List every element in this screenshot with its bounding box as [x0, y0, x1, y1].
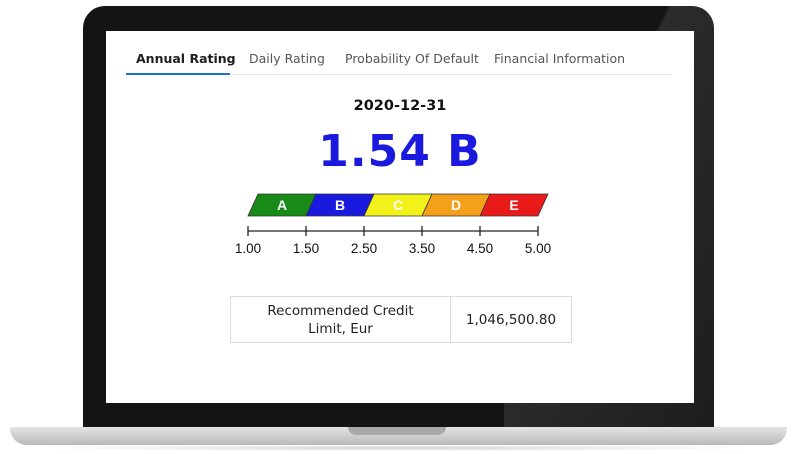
scale-tick-label: 3.50	[409, 241, 435, 256]
scale-tick-label: 4.50	[467, 241, 493, 256]
rating-band-label: B	[335, 197, 345, 213]
active-tab-indicator	[126, 73, 230, 75]
scale-tick-label: 5.00	[525, 241, 551, 256]
tab-financial-information[interactable]: Financial Information	[494, 51, 625, 66]
scale-tick-label: 1.50	[293, 241, 319, 256]
tab-annual-rating[interactable]: Annual Rating	[136, 51, 236, 66]
rating-date: 2020-12-31	[353, 98, 447, 114]
scale-tick-label: 1.00	[235, 241, 261, 256]
credit-limit-label: Recommended Credit Limit, Eur	[231, 297, 451, 342]
credit-limit-table: Recommended Credit Limit, Eur 1,046,500.…	[230, 296, 572, 343]
laptop-shadow	[30, 445, 767, 451]
rating-band-label: E	[509, 197, 518, 213]
rating-band-label: A	[277, 197, 287, 213]
tab-bar: Annual Rating Daily Rating Probability O…	[126, 43, 672, 75]
screen: Annual Rating Daily Rating Probability O…	[106, 31, 694, 403]
rating-value: 1.54 B	[318, 126, 482, 177]
credit-limit-value: 1,046,500.80	[465, 311, 557, 328]
scale-tick-label: 2.50	[351, 241, 377, 256]
rating-band-label: C	[393, 197, 403, 213]
rating-band-label: D	[451, 197, 461, 213]
tab-probability-of-default[interactable]: Probability Of Default	[345, 51, 479, 66]
rating-scale: A B C D E 1.00 1.50 2.50 3.50 4.50 5.00	[235, 193, 551, 256]
tab-daily-rating[interactable]: Daily Rating	[249, 51, 325, 66]
laptop-notch	[348, 427, 446, 435]
